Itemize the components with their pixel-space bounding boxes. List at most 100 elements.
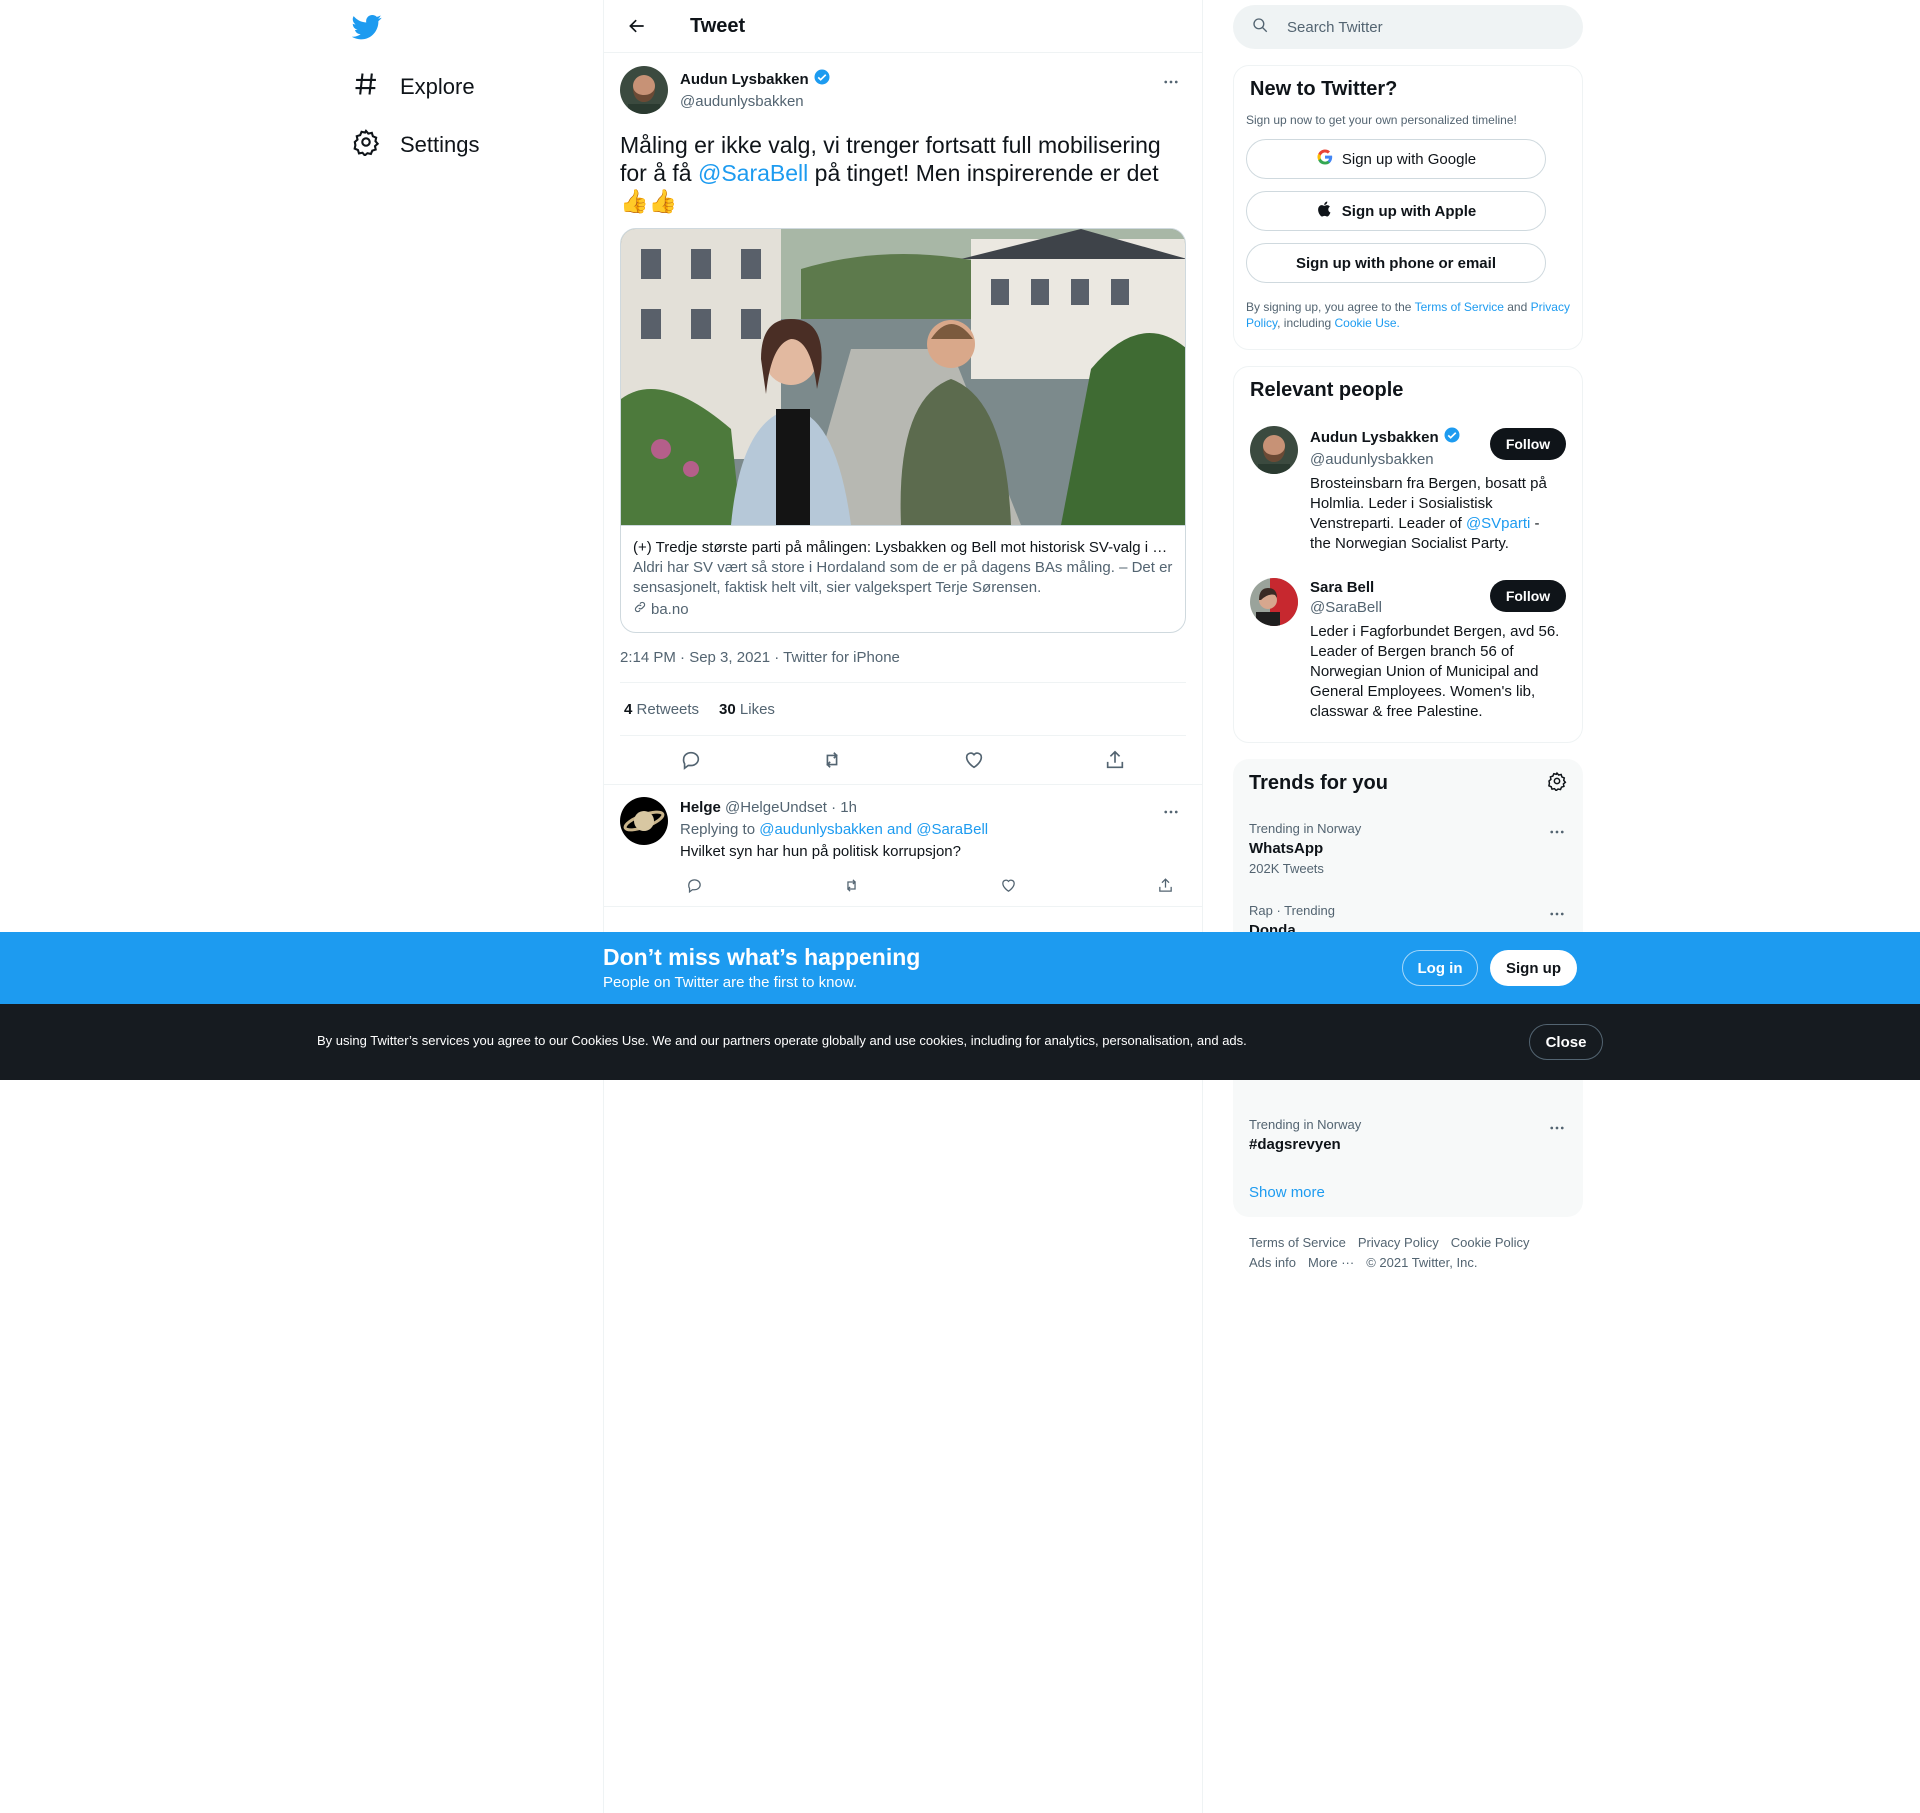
nav-settings[interactable]: Settings	[352, 120, 480, 170]
trend-item[interactable]: Trending in Norway WhatsApp 202K Tweets	[1233, 808, 1583, 890]
apple-logo-icon	[1316, 200, 1334, 222]
footer-link[interactable]: More ···	[1308, 1253, 1354, 1273]
more-options-icon[interactable]	[1156, 797, 1186, 827]
avatar[interactable]	[1250, 426, 1298, 474]
relevant-people-panel: Relevant people Audun Lysbakken @audunly…	[1233, 366, 1583, 743]
person-name-text: Audun Lysbakken	[1310, 429, 1439, 446]
reply-icon[interactable]	[673, 742, 709, 778]
twitter-logo-icon[interactable]	[351, 12, 386, 42]
card-domain-text: ba.no	[651, 601, 689, 618]
follow-button[interactable]: Follow	[1490, 580, 1566, 612]
gear-icon[interactable]	[1547, 771, 1567, 796]
signup-panel-subtitle: Sign up now to get your own personalized…	[1246, 113, 1517, 127]
signup-apple-label: Sign up with Apple	[1341, 202, 1477, 220]
search-icon	[1251, 16, 1269, 38]
share-icon[interactable]	[1152, 871, 1180, 899]
search-input[interactable]: Search Twitter	[1233, 5, 1583, 49]
back-arrow-icon[interactable]	[620, 9, 654, 43]
person-bio: Leder i Fagforbundet Bergen, avd 56. Lea…	[1310, 623, 1560, 720]
card-title: (+) Tredje største parti på målingen: Ly…	[633, 539, 1173, 556]
retweets-count: 4	[624, 700, 633, 718]
retweet-icon[interactable]	[814, 742, 850, 778]
reply-text: Hvilket syn har hun på politisk korrupsj…	[680, 843, 961, 860]
tweet-text: Måling er ikke valg, vi trenger fortsatt…	[620, 131, 1180, 216]
right-sidebar: Search Twitter New to Twitter? Sign up n…	[1233, 0, 1583, 1273]
retweet-icon[interactable]	[837, 871, 865, 899]
tweet-author-name[interactable]: Audun Lysbakken	[680, 68, 831, 92]
likes-stat[interactable]: 30 Likes	[719, 701, 775, 718]
link-icon	[633, 600, 647, 620]
replying-to: Replying to @audunlysbakken and @SaraBel…	[680, 819, 1180, 841]
close-cookie-button[interactable]: Close	[1529, 1024, 1603, 1060]
retweets-label: Retweets	[636, 700, 700, 718]
footer-links: Terms of Service Privacy Policy Cookie P…	[1233, 1233, 1583, 1273]
tweet-author-handle[interactable]: @audunlysbakken	[680, 92, 831, 112]
relevant-people-title: Relevant people	[1250, 379, 1404, 401]
more-options-icon[interactable]	[1543, 1114, 1571, 1142]
trend-context: Trending in Norway	[1249, 1117, 1362, 1132]
mention-link[interactable]: @SaraBell	[698, 160, 808, 186]
likes-label: Likes	[739, 700, 775, 718]
like-heart-icon[interactable]	[956, 742, 992, 778]
legal-text: , including	[1277, 316, 1335, 330]
footer-link[interactable]: Ads info	[1249, 1253, 1296, 1273]
signup-phone-label: Sign up with phone or email	[1295, 254, 1496, 272]
signup-apple-button[interactable]: Sign up with Apple	[1246, 191, 1546, 231]
footer-link[interactable]: Privacy Policy	[1358, 1233, 1439, 1253]
reply-icon[interactable]	[680, 871, 708, 899]
nav-explore[interactable]: Explore	[352, 62, 475, 112]
like-heart-icon[interactable]	[995, 871, 1023, 899]
legal-text: and	[1503, 300, 1531, 314]
reply-author: Helge @HelgeUndset · 1h	[680, 797, 1180, 819]
reply-tweet[interactable]: Helge @HelgeUndset · 1h Replying to @aud…	[604, 784, 1202, 907]
page-header: Tweet	[604, 0, 1202, 53]
cookie-bar: By using Twitter’s services you agree to…	[0, 1004, 1920, 1080]
footer-link[interactable]: Cookie Policy	[1451, 1233, 1530, 1253]
signup-google-button[interactable]: Sign up with Google	[1246, 139, 1546, 179]
retweets-stat[interactable]: 4 Retweets	[624, 701, 699, 718]
reply-handle-time: @HelgeUndset · 1h	[725, 799, 857, 816]
cookie-use-link[interactable]: Cookie Use.	[1335, 316, 1400, 330]
trend-name: #dagsrevyen	[1249, 1136, 1341, 1153]
login-banner: Don’t miss what’s happening People on Tw…	[0, 932, 1920, 1004]
avatar[interactable]	[620, 797, 668, 845]
replying-to-mentions[interactable]: @audunlysbakken and @SaraBell	[759, 821, 988, 838]
tweet-timestamp[interactable]: 2:14 PM · Sep 3, 2021 · Twitter for iPho…	[620, 649, 1186, 683]
more-options-icon[interactable]	[1156, 67, 1186, 97]
trend-name: WhatsApp	[1249, 840, 1324, 857]
show-more-link[interactable]: Show more	[1233, 1168, 1583, 1217]
terms-link[interactable]: Terms of Service	[1415, 300, 1504, 314]
footer-link[interactable]: Terms of Service	[1249, 1233, 1346, 1253]
signup-phone-button[interactable]: Sign up with phone or email	[1246, 243, 1546, 283]
tweet-author-row: Audun Lysbakken @audunlysbakken	[620, 65, 1186, 115]
reply-author-name[interactable]: Helge	[680, 799, 721, 816]
more-options-icon[interactable]	[1543, 818, 1571, 846]
avatar[interactable]	[620, 66, 668, 114]
login-button[interactable]: Log in	[1402, 950, 1478, 986]
signup-legal-text: By signing up, you agree to the Terms of…	[1234, 283, 1582, 349]
trends-title: Trends for you	[1249, 772, 1388, 794]
verified-badge-icon	[813, 68, 831, 92]
person-card[interactable]: Audun Lysbakken @audunlysbakken Brostein…	[1234, 414, 1582, 566]
card-image	[621, 229, 1185, 525]
signup-panel-title: New to Twitter?	[1250, 78, 1398, 100]
hashtag-icon	[352, 70, 380, 104]
follow-button[interactable]: Follow	[1490, 428, 1566, 460]
signup-google-label: Sign up with Google	[1341, 150, 1477, 168]
more-options-icon[interactable]	[1543, 900, 1571, 928]
author-name-text: Audun Lysbakken	[680, 71, 809, 88]
trend-context: Trending in Norway	[1249, 821, 1362, 836]
search-placeholder: Search Twitter	[1287, 18, 1383, 36]
link-card[interactable]: (+) Tredje største parti på målingen: Ly…	[620, 228, 1186, 633]
trend-count: 202K Tweets	[1249, 861, 1324, 876]
tweet-stats: 4 Retweets 30 Likes	[620, 683, 1186, 736]
share-icon[interactable]	[1097, 742, 1133, 778]
cookie-text: By using Twitter’s services you agree to…	[317, 1033, 1247, 1048]
avatar[interactable]	[1250, 578, 1298, 626]
bio-mention-link[interactable]: @SVparti	[1466, 515, 1530, 532]
person-card[interactable]: Sara Bell @SaraBell Leder i Fagforbundet…	[1234, 566, 1582, 734]
main-tweet: Audun Lysbakken @audunlysbakken Måling e…	[604, 53, 1202, 784]
verified-badge-icon	[1443, 426, 1461, 450]
signup-button[interactable]: Sign up	[1490, 950, 1577, 986]
trend-item[interactable]: Trending in Norway #dagsrevyen	[1233, 1104, 1583, 1168]
